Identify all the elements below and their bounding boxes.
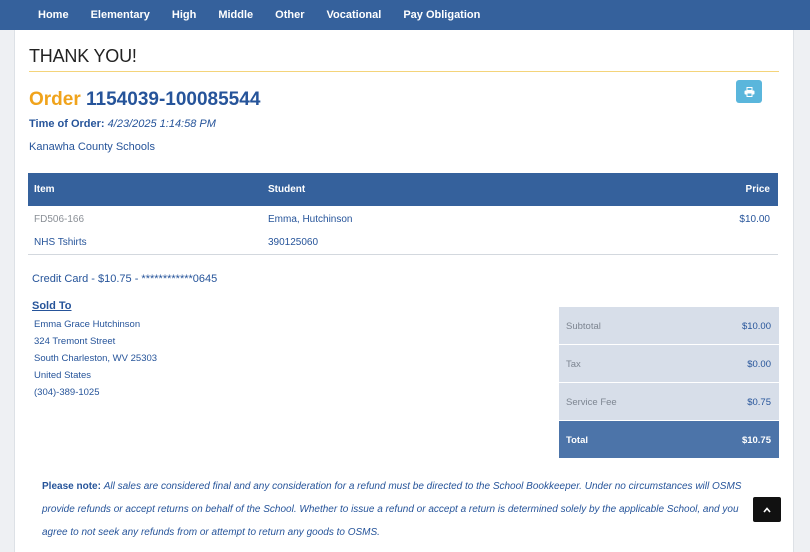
subtotal-row: Subtotal $10.00 [559, 307, 779, 345]
total-value: $10.75 [741, 435, 771, 446]
order-label: Order [29, 89, 81, 110]
nav-vocational[interactable]: Vocational [327, 9, 382, 21]
top-navbar: Home Elementary High Middle Other Vocati… [0, 0, 810, 30]
payment-method: Credit Card - $10.75 - ************0645 [32, 273, 218, 285]
refund-note: Please note: All sales are considered fi… [42, 475, 764, 544]
student-id: 390125060 [268, 237, 319, 248]
nav-high[interactable]: High [172, 9, 196, 21]
nav-home[interactable]: Home [38, 9, 69, 21]
tax-value: $0.00 [747, 359, 771, 370]
title-divider [29, 71, 779, 72]
buyer-street: 324 Tremont Street [34, 336, 116, 347]
item-code: FD506-166 [34, 214, 85, 225]
header-student: Student [268, 184, 306, 195]
item-price: $10.00 [739, 214, 770, 225]
buyer-name: Emma Grace Hutchinson [34, 319, 141, 330]
items-table-header: Item Student Price [28, 173, 778, 206]
time-value: 4/23/2025 1:14:58 PM [107, 118, 216, 130]
nav-pay-obligation[interactable]: Pay Obligation [403, 9, 480, 21]
buyer-phone: (304)-389-1025 [34, 387, 100, 398]
sold-to-heading: Sold To [32, 300, 72, 312]
service-fee-row: Service Fee $0.75 [559, 383, 779, 421]
school-district: Kanawha County Schools [29, 141, 155, 153]
note-text: All sales are considered final and any c… [42, 481, 742, 538]
print-button[interactable] [736, 80, 762, 103]
nav-elementary[interactable]: Elementary [91, 9, 150, 21]
items-table: Item Student Price FD506-166 NHS Tshirts… [28, 173, 778, 255]
nav-other[interactable]: Other [275, 9, 304, 21]
scroll-to-top-button[interactable] [753, 497, 781, 522]
subtotal-value: $10.00 [741, 321, 771, 332]
total-row: Total $10.75 [559, 421, 779, 459]
tax-row: Tax $0.00 [559, 345, 779, 383]
header-item: Item [34, 184, 55, 195]
tax-label: Tax [566, 359, 581, 370]
header-price: Price [745, 184, 770, 195]
service-fee-label: Service Fee [566, 397, 617, 408]
note-label: Please note: [42, 481, 101, 492]
buyer-country: United States [34, 370, 92, 381]
service-fee-value: $0.75 [747, 397, 771, 408]
order-heading: Order 1154039-100085544 [29, 89, 260, 111]
order-time: Time of Order: 4/23/2025 1:14:58 PM [29, 118, 216, 130]
subtotal-label: Subtotal [566, 321, 601, 332]
buyer-city: South Charleston, WV 25303 [34, 353, 158, 364]
item-name: NHS Tshirts [34, 237, 87, 248]
total-label: Total [566, 435, 588, 446]
page-title: THANK YOU! [29, 46, 137, 66]
order-number: 1154039-100085544 [86, 89, 261, 110]
chevron-up-icon [763, 506, 771, 513]
printer-icon [744, 86, 754, 97]
time-label: Time of Order: [29, 118, 105, 130]
table-row: FD506-166 NHS Tshirts Emma, Hutchinson 3… [28, 206, 778, 254]
receipt-card: THANK YOU! Order 1154039-100085544 Time … [14, 30, 794, 552]
nav-middle[interactable]: Middle [218, 9, 253, 21]
student-name: Emma, Hutchinson [268, 214, 353, 225]
totals-panel: Subtotal $10.00 Tax $0.00 Service Fee $0… [559, 307, 779, 459]
